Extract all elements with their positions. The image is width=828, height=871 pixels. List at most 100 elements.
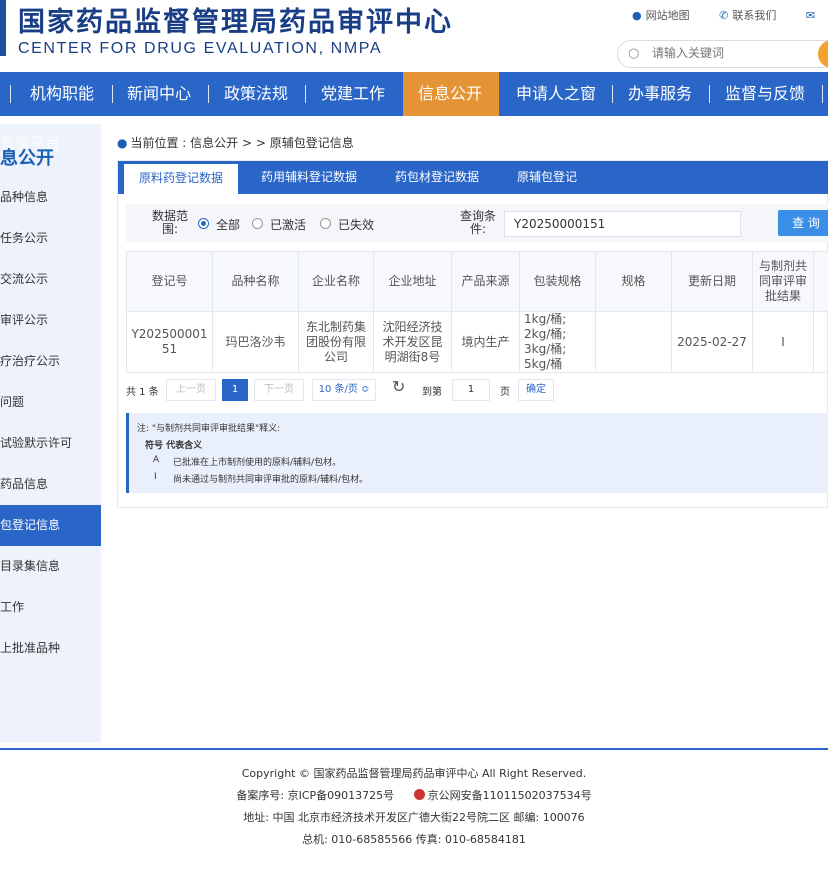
main-nav: 机构职能 新闻中心 政策法规 党建工作 信息公开 申请人之窗 办事服务 监督与反… (0, 72, 828, 116)
column-header: 登记号 (126, 251, 213, 312)
nav-separator (822, 85, 823, 103)
sidebar-item[interactable]: 问题 (0, 382, 101, 423)
radio-expired-label: 已失效 (338, 218, 375, 232)
tab-bar: 原料药登记数据 药用辅料登记数据 药包材登记数据 原辅包登记 (118, 161, 828, 194)
table-cell: 境内生产 (451, 311, 520, 373)
table-cell: I (752, 311, 814, 373)
table-cell (595, 311, 672, 373)
query-input[interactable]: Y20250000151 (504, 211, 741, 237)
sidebar-item[interactable]: 工作 (0, 587, 101, 628)
note-text-i: 尚未通过与制剂共同审评审批的原料/辅料/包材。 (173, 475, 369, 485)
sidebar-item[interactable]: 品种信息 (0, 177, 101, 218)
note-symbol-i: I (154, 472, 157, 482)
table-cell: 2025-02-27 (671, 311, 753, 373)
column-header: 企业名称 (298, 251, 374, 312)
column-header: 企业地址 (373, 251, 452, 312)
contact-link[interactable]: ✆ 联系我们 (719, 9, 776, 22)
location-pin-icon: ● (117, 136, 128, 150)
search-input[interactable] (652, 46, 812, 60)
footer-police-text: 京公网安备11011502037534号 (427, 789, 592, 802)
note-symbol-a: A (153, 455, 160, 465)
mail-icon[interactable]: ✉ (806, 9, 815, 22)
column-header: 更新日期 (671, 251, 753, 312)
notes-box: 注: "与制剂共同审评审批结果"释义: 符号 代表含义 A 已批准在上市制剂使用… (126, 413, 828, 493)
nav-item-news[interactable]: 新闻中心 (127, 72, 191, 116)
refresh-icon[interactable]: ↻ (392, 377, 405, 396)
column-header: 与制剂共同审评审批结果 (752, 251, 814, 312)
footer-icp[interactable]: 备案序号: 京ICP备09013725号 (236, 789, 394, 802)
site-header: 国家药品监督管理局药品审评中心 CENTER FOR DRUG EVALUATI… (0, 0, 828, 72)
content-panel: 原料药登记数据 药用辅料登记数据 药包材登记数据 原辅包登记 数据范围: 全部 … (117, 160, 828, 508)
sidebar-item[interactable]: 任务公示 (0, 218, 101, 259)
query-label: 查询条件: (459, 209, 496, 236)
nav-separator (612, 85, 613, 103)
goto-confirm-button[interactable]: 确定 (518, 379, 554, 401)
next-page-button[interactable]: 下一页 (254, 379, 304, 401)
nav-item-info[interactable]: 信息公开 (403, 72, 499, 116)
sidebar-item[interactable]: 试验默示许可 (0, 423, 101, 464)
footer: Copyright © 国家药品监督管理局药品审评中心 All Right Re… (0, 750, 828, 871)
table-cell: 1kg/桶; 2kg/桶; 3kg/桶; 5kg/桶 (519, 311, 596, 373)
sidebar-item[interactable]: 上批准品种 (0, 628, 101, 669)
tab-registration[interactable]: 原辅包登记 (502, 161, 592, 194)
sidebar-item-active[interactable]: 包登记信息 (0, 505, 101, 546)
sidebar-item[interactable]: 目录集信息 (0, 546, 101, 587)
sitemap-link[interactable]: ● 网站地图 (632, 9, 690, 22)
nav-separator (709, 85, 710, 103)
nav-item-org[interactable]: 机构职能 (30, 72, 94, 116)
top-links: ● 网站地图 ✆ 联系我们 ✉ (632, 7, 828, 23)
sidebar-item[interactable]: 药品信息 (0, 464, 101, 505)
note-text-a: 已批准在上市制剂使用的原料/辅料/包材。 (173, 458, 342, 468)
search-box: ○ (617, 40, 828, 68)
footer-address: 地址: 中国 北京市经济技术开发区广德大街22号院二区 邮编: 100076 (243, 811, 585, 824)
nav-separator (305, 85, 306, 103)
note-header: 符号 代表含义 (145, 441, 203, 451)
sidebar: 备案平台 息公开 品种信息 任务公示 交流公示 审评公示 疗治疗公示 问题 试验… (0, 124, 101, 742)
nav-item-policy[interactable]: 政策法规 (224, 72, 288, 116)
table-row[interactable]: Y20250000151 玛巴洛沙韦 东北制药集团股份有限公司 沈阳经济技术开发… (126, 311, 828, 373)
footer-copyright: Copyright © 国家药品监督管理局药品审评中心 All Right Re… (241, 767, 587, 780)
footer-police[interactable]: 京公网安备11011502037534号 (413, 789, 592, 802)
sidebar-item[interactable]: 交流公示 (0, 259, 101, 300)
radio-all[interactable] (198, 218, 209, 229)
tab-excipient[interactable]: 药用辅料登记数据 (246, 161, 372, 194)
breadcrumb-text: 当前位置 : 信息公开 > > 原辅包登记信息 (130, 136, 354, 150)
goto-page-input[interactable]: 1 (452, 379, 490, 401)
location-pin-icon: ● (632, 9, 642, 22)
page-size-select[interactable]: 10 条/页 ≎ (312, 379, 376, 401)
phone-icon: ✆ (719, 9, 729, 22)
nav-separator (208, 85, 209, 103)
tab-api[interactable]: 原料药登记数据 (124, 164, 238, 194)
tab-packaging[interactable]: 药包材登记数据 (380, 161, 494, 194)
column-header: 规格 (595, 251, 672, 312)
query-button[interactable]: 查 询 (778, 210, 828, 236)
results-table: 登记号 品种名称 企业名称 企业地址 产品来源 包装规格 规格 更新日期 与制剂… (126, 251, 828, 373)
page-number-button[interactable]: 1 (222, 379, 248, 401)
table-cell: 东北制药集团股份有限公司 (298, 311, 374, 373)
goto-label: 到第 (422, 387, 442, 398)
nav-item-feedback[interactable]: 监督与反馈 (725, 72, 805, 116)
nav-item-applicant[interactable]: 申请人之窗 (516, 72, 596, 116)
sidebar-title: 息公开 (0, 148, 54, 169)
prev-page-button[interactable]: 上一页 (166, 379, 216, 401)
total-count: 共 1 条 (126, 387, 159, 398)
site-title: 国家药品监督管理局药品审评中心 (18, 7, 453, 38)
note-title: 注: "与制剂共同审评审批结果"释义: (137, 424, 281, 434)
police-badge-icon (413, 789, 425, 800)
radio-active[interactable] (252, 218, 263, 229)
site-subtitle: CENTER FOR DRUG EVALUATION, NMPA (18, 40, 383, 57)
footer-phone: 总机: 010-68585566 传真: 010-68584181 (302, 833, 526, 846)
column-header: 包装规格 (519, 251, 596, 312)
radio-expired[interactable] (320, 218, 331, 229)
logo-icon (0, 0, 6, 56)
nav-item-service[interactable]: 办事服务 (628, 72, 692, 116)
sidebar-item[interactable]: 审评公示 (0, 300, 101, 341)
nav-separator (10, 85, 11, 103)
radio-active-label: 已激活 (270, 218, 307, 232)
sidebar-item[interactable]: 疗治疗公示 (0, 341, 101, 382)
breadcrumb: ● 当前位置 : 信息公开 > > 原辅包登记信息 (117, 134, 354, 151)
nav-separator (112, 85, 113, 103)
column-header: 品种名称 (212, 251, 299, 312)
nav-item-party[interactable]: 党建工作 (321, 72, 385, 116)
sidebar-header: 备案平台 息公开 (0, 124, 101, 174)
